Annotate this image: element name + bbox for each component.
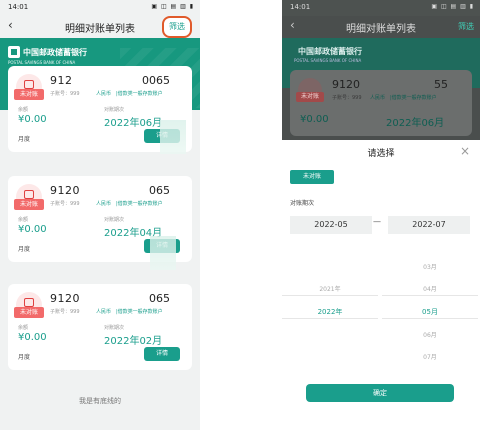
period-value: 2022年06月: [386, 118, 445, 129]
status-bar: 14:01 ▣ ◫ ▤ ▥ ▮: [282, 0, 480, 16]
account-number: 9120: [332, 78, 360, 91]
bank-logo: 中国邮政储蓄银行: [8, 46, 87, 58]
status-time: 14:01: [290, 3, 311, 11]
account-type: |借款类一般存款账户: [390, 95, 437, 101]
close-icon[interactable]: ×: [460, 144, 470, 158]
period-value: 2022年06月: [104, 118, 163, 129]
phone-left: 14:01 ▣ ◫ ▤ ▥ ▮ ‹ 明细对账单列表 筛选 中国邮政储蓄银行 PO…: [0, 0, 200, 430]
stamp-mark: [24, 80, 34, 89]
status-icons: ▣ ◫ ▤ ▥ ▮: [431, 3, 474, 10]
filter-button[interactable]: 筛选: [458, 21, 474, 32]
statement-type: 月度: [18, 246, 31, 253]
status-badge: 未对账: [296, 92, 324, 102]
period-label: 对账期次: [104, 107, 125, 113]
account-number-tail: 065: [149, 292, 170, 305]
filter-sheet: 请选择 × 未对账 对账期次 2022-05 — 2022-07 2021年 2…: [282, 140, 480, 430]
account-number-tail: 065: [149, 184, 170, 197]
picker-highlight-bottom: [282, 318, 378, 319]
screenshot-root: 14:01 ▣ ◫ ▤ ▥ ▮ ‹ 明细对账单列表 筛选 中国邮政储蓄银行 PO…: [0, 0, 480, 430]
end-period-field[interactable]: 2022-07: [388, 216, 470, 234]
detail-button[interactable]: 详情: [144, 347, 180, 361]
balance-value: ¥0.00: [18, 332, 47, 343]
currency: 人民币: [96, 309, 112, 315]
balance-label: 余额: [18, 217, 29, 223]
confirm-button[interactable]: 确定: [306, 384, 454, 402]
page-title: 明细对账单列表: [346, 24, 416, 35]
currency: 人民币: [370, 95, 386, 101]
bank-name-cn: 中国邮政储蓄银行: [23, 47, 87, 57]
year-option-selected[interactable]: 2022年: [282, 307, 378, 317]
status-badge: 未对账: [14, 199, 44, 210]
bank-name-cn: 中国邮政储蓄银行: [298, 47, 362, 56]
balance-value: ¥0.00: [300, 114, 329, 125]
period-label: 对账期次: [104, 325, 125, 331]
account-number: 912: [50, 74, 73, 87]
picker-highlight-bottom: [382, 318, 478, 319]
account-type: |借款类一般存款账户: [116, 201, 163, 207]
decor-shape: [160, 120, 186, 154]
sub-account-label: 子账号：999: [332, 95, 362, 101]
status-chip-unreconciled[interactable]: 未对账: [290, 170, 334, 184]
month-option[interactable]: 06月: [382, 330, 478, 339]
range-separator: —: [373, 217, 381, 226]
month-option[interactable]: 07月: [382, 352, 478, 361]
list-end-text: 我是有底线的: [79, 397, 121, 405]
account-number: 9120: [50, 184, 80, 197]
account-type: |借款类一般存款账户: [116, 91, 163, 97]
phone-right: 14:01 ▣ ◫ ▤ ▥ ▮ ‹ 明细对账单列表 筛选 中国邮政储蓄银行 PO…: [282, 0, 480, 430]
start-period-field[interactable]: 2022-05: [290, 216, 372, 234]
sheet-title: 请选择: [367, 149, 395, 159]
sub-account-label: 子账号：999: [50, 201, 80, 207]
sub-account-label: 子账号：999: [50, 309, 80, 315]
month-option[interactable]: 04月: [382, 284, 478, 293]
currency: 人民币: [96, 91, 112, 97]
statement-type: 月度: [18, 354, 31, 361]
period-section-label: 对账期次: [290, 200, 315, 207]
statement-card[interactable]: 未对账 9120 065 子账号：999 人民币 |借款类一般存款账户 余额 ¥…: [8, 284, 192, 370]
status-badge: 未对账: [14, 307, 44, 318]
statement-type: 月度: [18, 136, 31, 143]
balance-label: 余额: [18, 107, 29, 113]
balance-value: ¥0.00: [18, 114, 47, 125]
bank-name-en: POSTAL SAVINGS BANK OF CHINA: [8, 60, 76, 65]
balance-label: 余额: [18, 325, 29, 331]
status-badge: 未对账: [14, 89, 44, 100]
month-picker[interactable]: 03月 04月 05月 06月 07月: [382, 236, 478, 378]
currency: 人民币: [96, 201, 112, 207]
status-icons: ▣ ◫ ▤ ▥ ▮: [151, 3, 194, 10]
month-option[interactable]: 03月: [382, 262, 478, 271]
account-number-tail: 55: [434, 78, 448, 91]
stamp-mark: [24, 190, 34, 199]
period-label: 对账期次: [104, 217, 125, 223]
year-option[interactable]: 2021年: [282, 284, 378, 293]
account-type: |借款类一般存款账户: [116, 309, 163, 315]
period-value: 2022年02月: [104, 336, 163, 347]
decor-shape: [150, 236, 176, 270]
account-number-tail: 0065: [142, 74, 170, 87]
sub-account-label: 子账号：999: [50, 91, 80, 97]
nav-bar: ‹ 明细对账单列表 筛选: [0, 16, 200, 38]
month-option-selected[interactable]: 05月: [382, 307, 478, 317]
status-time: 14:01: [8, 3, 29, 11]
picker-highlight-top: [282, 295, 378, 296]
balance-value: ¥0.00: [18, 224, 47, 235]
status-bar: 14:01 ▣ ◫ ▤ ▥ ▮: [0, 0, 200, 16]
year-picker[interactable]: 2021年 2022年: [282, 236, 378, 378]
stamp-mark: [24, 298, 34, 307]
filter-button[interactable]: 筛选: [162, 16, 192, 38]
statement-card: 未对账 9120 55 子账号：999 人民币 |借款类一般存款账户 ¥0.00…: [290, 70, 472, 136]
bank-logo-icon: [8, 46, 20, 58]
picker-highlight-top: [382, 295, 478, 296]
account-number: 9120: [50, 292, 80, 305]
bank-name-en: POSTAL SAVINGS BANK OF CHINA: [294, 58, 362, 63]
